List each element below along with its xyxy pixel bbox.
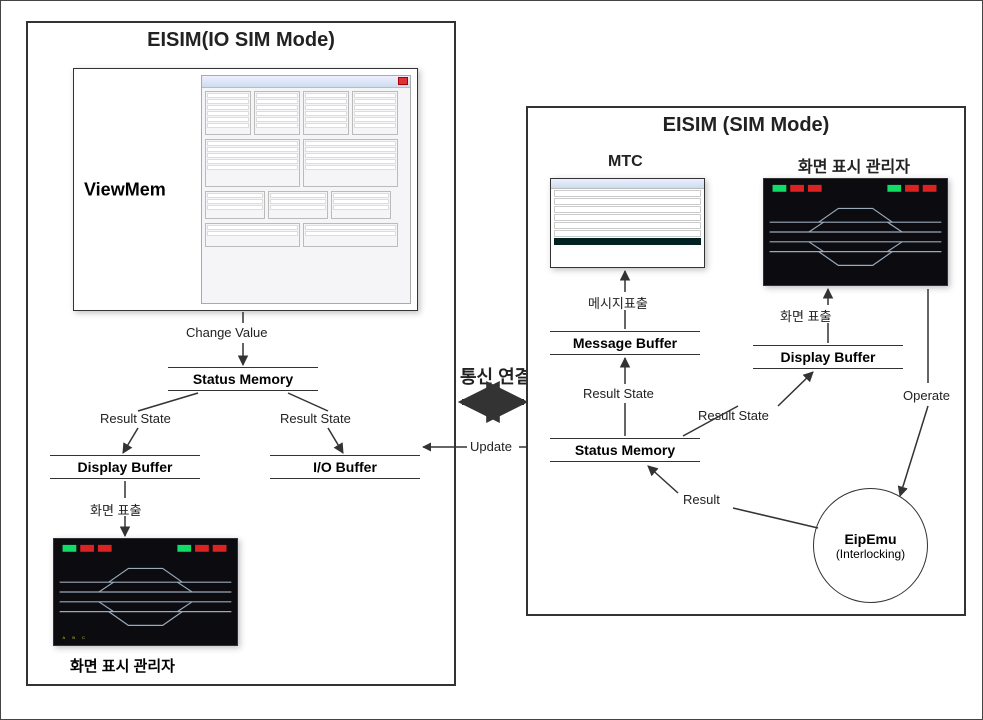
label-result: Result bbox=[683, 492, 720, 507]
svg-text:A: A bbox=[63, 635, 66, 640]
label-screen-output-left: 화면 표출 bbox=[90, 500, 141, 519]
node-display-buffer-left: Display Buffer bbox=[50, 455, 200, 479]
svg-text:B: B bbox=[72, 635, 75, 640]
label-msg-out: 메시지표출 bbox=[588, 293, 648, 312]
track-screenshot-left: A B C bbox=[53, 538, 238, 646]
node-status-memory-left: Status Memory bbox=[168, 367, 318, 391]
label-change-value: Change Value bbox=[186, 325, 267, 340]
label-result-state-right-2: Result State bbox=[698, 408, 769, 423]
svg-text:C: C bbox=[82, 635, 85, 640]
label-result-state-left-1: Result State bbox=[100, 411, 171, 426]
label-result-state-right-1: Result State bbox=[583, 386, 654, 401]
label-display-manager: 화면 표시 관리자 bbox=[798, 153, 910, 177]
label-screen-output-right: 화면 표출 bbox=[780, 306, 831, 325]
node-io-buffer: I/O Buffer bbox=[270, 455, 420, 479]
node-status-memory-right: Status Memory bbox=[550, 438, 700, 462]
caption-track-left: 화면 표시 관리자 bbox=[70, 655, 175, 676]
viewmem-screenshot bbox=[201, 75, 411, 304]
track-screenshot-right bbox=[763, 178, 948, 286]
node-display-buffer-right: Display Buffer bbox=[753, 345, 903, 369]
arrow-comm-link bbox=[456, 389, 530, 415]
panel-io-sim-mode: EISIM(IO SIM Mode) ViewMem bbox=[26, 21, 456, 686]
mtc-screenshot bbox=[550, 178, 705, 268]
node-eipemu: EipEmu (Interlocking) bbox=[813, 488, 928, 603]
diagram-root: EISIM(IO SIM Mode) ViewMem bbox=[0, 0, 983, 720]
label-comm-link: 통신 연결 bbox=[460, 363, 531, 389]
eipemu-sub: (Interlocking) bbox=[836, 547, 905, 561]
label-operate: Operate bbox=[903, 388, 950, 403]
node-message-buffer: Message Buffer bbox=[550, 331, 700, 355]
panel-sim-mode: EISIM (SIM Mode) MTC 화면 표시 관리자 bbox=[526, 106, 966, 616]
label-update: Update bbox=[470, 439, 512, 454]
panel-title-left: EISIM(IO SIM Mode) bbox=[28, 29, 454, 52]
viewmem-box: ViewMem bbox=[73, 68, 418, 311]
label-mtc: MTC bbox=[608, 153, 643, 171]
eipemu-name: EipEmu bbox=[844, 531, 896, 547]
label-result-state-left-2: Result State bbox=[280, 411, 351, 426]
panel-title-right: EISIM (SIM Mode) bbox=[528, 114, 964, 137]
viewmem-label: ViewMem bbox=[84, 179, 166, 200]
